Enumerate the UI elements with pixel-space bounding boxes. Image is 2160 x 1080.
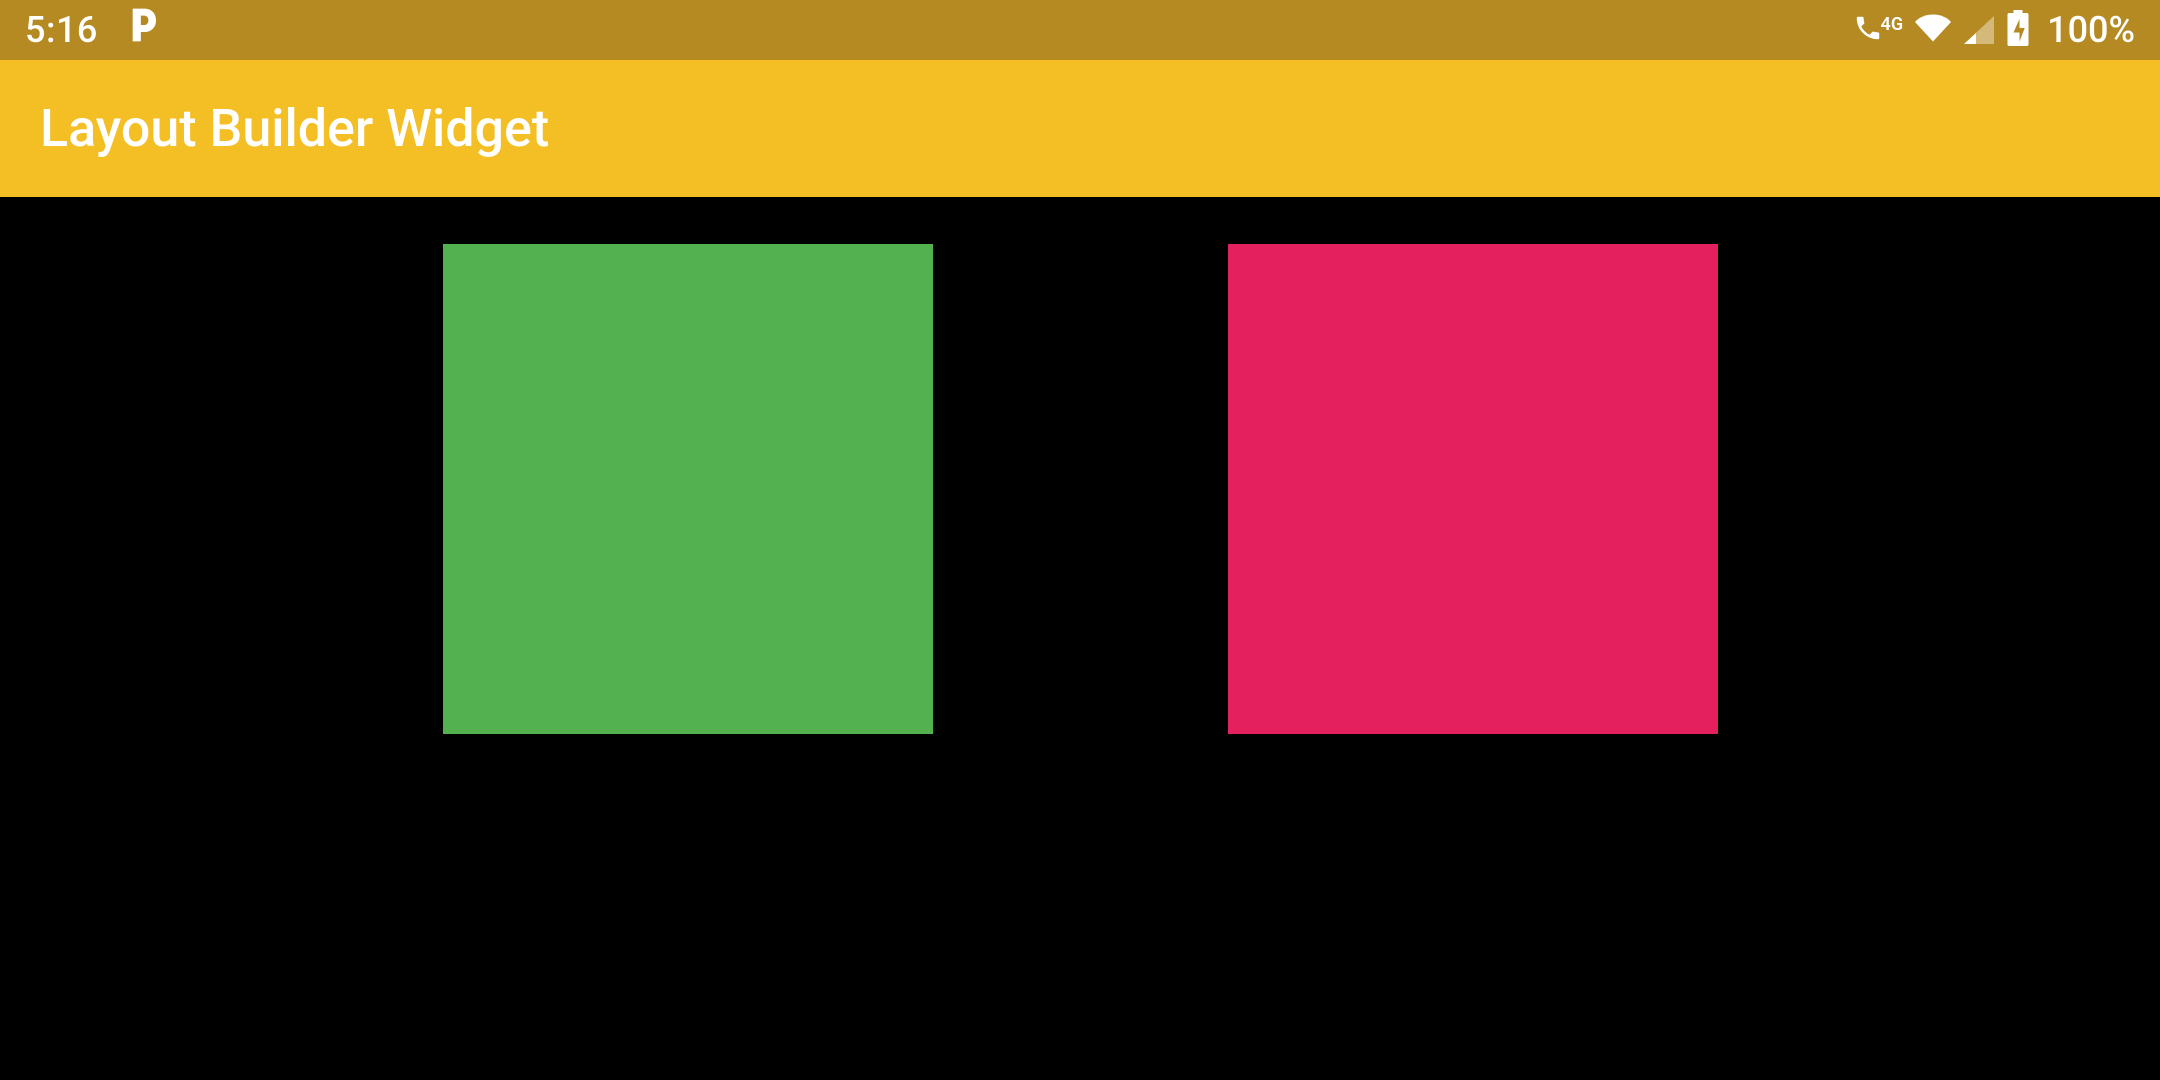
- fourg-label: 4G: [1881, 14, 1904, 35]
- status-left: 5:16: [25, 8, 156, 52]
- app-bar: Layout Builder Widget: [0, 60, 2160, 197]
- signal-icon: [1963, 14, 1995, 46]
- battery-charging-icon: [2007, 10, 2029, 50]
- phone-4g-icon: 4G: [1853, 13, 1904, 47]
- status-right: 4G 100%: [1853, 9, 2135, 51]
- app-title: Layout Builder Widget: [40, 98, 549, 159]
- p-icon: [128, 8, 156, 52]
- content-area: [0, 197, 2160, 1080]
- battery-percent: 100%: [2047, 9, 2135, 51]
- wifi-icon: [1915, 10, 1951, 50]
- phone-icon: [1853, 13, 1883, 47]
- status-time: 5:16: [25, 9, 98, 51]
- pink-box: [1228, 244, 1718, 734]
- status-bar: 5:16 4G: [0, 0, 2160, 60]
- green-box: [443, 244, 933, 734]
